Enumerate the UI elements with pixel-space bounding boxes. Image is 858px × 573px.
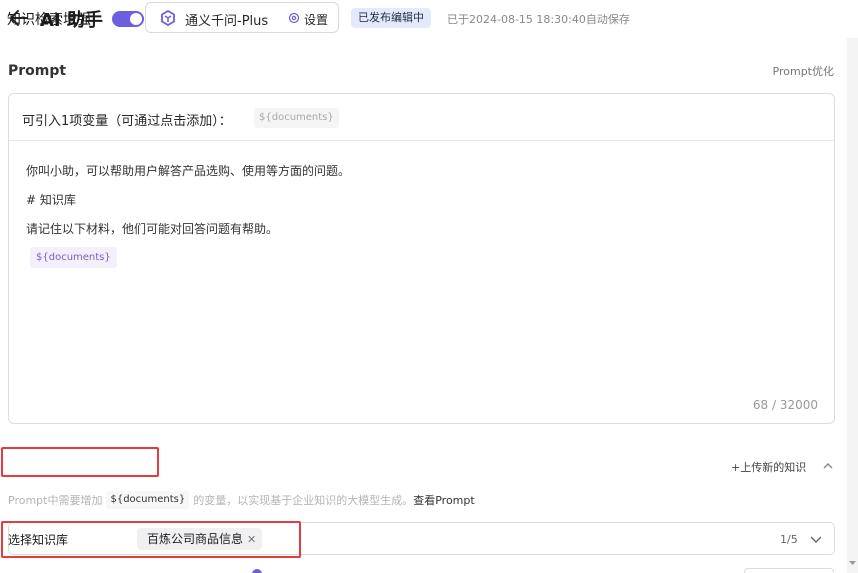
- select-knowledge-label: 选择知识库: [8, 533, 69, 547]
- autosave-time: 已于2024-08-15 18:30:40自动保存: [447, 13, 630, 26]
- bottom-radio-partial[interactable]: [252, 569, 262, 573]
- prompt-optimize-button[interactable]: Prompt优化: [773, 63, 834, 79]
- prompt-line-1: 你叫小助，可以帮助用户解答产品选购、使用等方面的问题。: [26, 164, 351, 178]
- model-selector[interactable]: 通义千问-Plus 设置: [145, 2, 339, 33]
- toggle-knob: [130, 13, 142, 25]
- status-badge: 已发布编辑中: [351, 8, 431, 28]
- inline-variable-chip: ${documents}: [30, 247, 117, 268]
- variable-chip-documents[interactable]: ${documents}: [254, 108, 339, 128]
- hint-prefix: Prompt中需要增加: [8, 494, 103, 507]
- scrollbar[interactable]: [847, 38, 858, 573]
- hint-variable-chip: ${documents}: [106, 491, 190, 509]
- knowledge-highlight-box: [1, 447, 159, 477]
- prompt-line-3: 请记住以下材料，他们可能对回答问题有帮助。: [26, 222, 279, 236]
- variable-hint-label: 可引入1项变量（可通过点击添加）：: [22, 114, 232, 129]
- settings-button[interactable]: 设置: [304, 11, 328, 28]
- qwen-logo-icon: [161, 10, 175, 26]
- prompt-section-title: Prompt: [8, 63, 67, 79]
- knowledge-hint: Prompt中需要增加 ${documents} 的变量，以实现基于企业知识的大模型…: [8, 491, 475, 511]
- chevron-up-icon[interactable]: [822, 460, 834, 472]
- prompt-line-2: # 知识库: [26, 193, 76, 207]
- gear-icon[interactable]: [288, 12, 300, 24]
- hint-suffix: 的变量，以实现基于企业知识的大模型生成。: [193, 494, 414, 507]
- selected-knowledge-name: 百炼公司商品信息: [147, 532, 244, 546]
- knowledge-retrieval-title: 知识检索增强: [7, 12, 91, 28]
- selected-count: 1/5: [780, 533, 798, 546]
- prompt-editor[interactable]: 可引入1项变量（可通过点击添加）： ${documents} 你叫小助，可以帮助…: [8, 93, 835, 424]
- selected-knowledge-tag: 百炼公司商品信息 ✕: [137, 528, 263, 551]
- model-name: 通义千问-Plus: [185, 14, 269, 29]
- knowledge-retrieval-toggle[interactable]: [112, 11, 144, 27]
- scroll-down-arrow-icon[interactable]: [848, 558, 857, 567]
- view-prompt-link[interactable]: 查看Prompt: [413, 492, 474, 508]
- char-count: 68 / 32000: [752, 398, 818, 412]
- close-icon[interactable]: ✕: [247, 529, 256, 551]
- chevron-down-icon[interactable]: [810, 534, 822, 544]
- bottom-input-partial[interactable]: [744, 568, 834, 573]
- upload-knowledge-button[interactable]: +上传新的知识: [731, 459, 806, 475]
- variable-bar: 可引入1项变量（可通过点击添加）： ${documents}: [9, 94, 834, 141]
